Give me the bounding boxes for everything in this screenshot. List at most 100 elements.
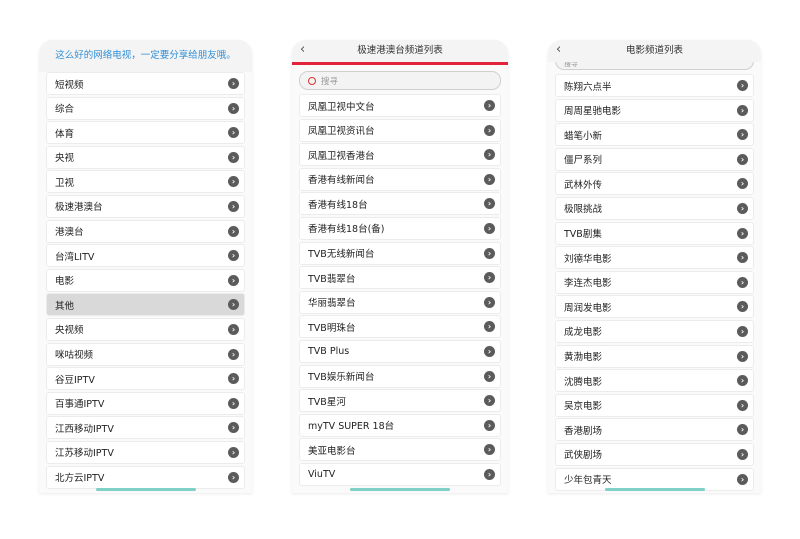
category-item[interactable]: 北方云IPTV › [46,465,245,489]
movie-item[interactable]: 极限挑战 › [555,196,754,220]
movie-item-label: 沈腾电影 [564,376,603,388]
movie-item-label: 蜡笔小新 [564,130,603,142]
movie-item[interactable]: 陈翔六点半 › [555,74,754,97]
back-button[interactable]: ‹ [556,40,561,60]
back-button[interactable]: ‹ [300,40,305,60]
movie-item[interactable]: 武侠剧场 › [555,442,754,466]
home-indicator[interactable] [350,488,450,491]
chevron-right-icon: › [484,419,495,431]
movie-item[interactable]: 周润发电影 › [555,295,754,319]
chevron-right-icon: › [484,124,495,136]
category-item-label: 卫视 [55,177,75,189]
channel-item[interactable]: 香港有线新闻台 › [299,167,501,191]
category-item[interactable]: 综合 › [46,96,245,120]
channel-item-label: TVB明珠台 [308,322,356,334]
chevron-right-icon: › [484,321,495,333]
movie-item[interactable]: 黄渤电影 › [555,344,754,368]
category-panel: 这么好的网络电视，一定要分享给朋友哦。 短视频 › 综合 › 体育 › 央视 › 卫视 › 极速港澳… [39,40,252,493]
chevron-right-icon: › [737,375,748,387]
chevron-right-icon: › [228,348,239,360]
category-item-label: 体育 [55,128,75,140]
category-item[interactable]: 短视频 › [46,72,245,95]
chevron-right-icon: › [484,395,495,407]
category-item[interactable]: 台湾LITV › [46,244,245,268]
channel-item-label: myTV SUPER 18台 [308,421,395,433]
channel-item[interactable]: 美亚电影台 › [299,438,501,462]
chevron-right-icon: › [737,424,748,436]
category-item[interactable]: 央视 › [46,145,245,169]
channel-item[interactable]: 凤凰卫视中文台 › [299,94,501,117]
channel-item[interactable]: 香港有线18台(备) › [299,216,501,240]
chevron-right-icon: › [484,198,495,210]
movie-item[interactable]: 僵尸系列 › [555,147,754,171]
hk-header: ‹ 极速港澳台频道列表 [292,40,508,62]
movie-item-label: 陈翔六点半 [564,81,612,93]
category-item[interactable]: 江苏移动IPTV › [46,440,245,464]
channel-item-label: 美亚电影台 [308,445,356,457]
chevron-right-icon: › [737,325,748,337]
category-item-label: 其他 [55,300,75,312]
movie-item[interactable]: TVB剧集 › [555,221,754,245]
category-item-label: 综合 [55,104,75,116]
category-item[interactable]: 体育 › [46,121,245,145]
category-item[interactable]: 谷豆IPTV › [46,367,245,391]
chevron-right-icon: › [737,252,748,264]
chevron-right-icon: › [484,173,495,185]
channel-item-label: 香港有线18台(备) [308,224,385,236]
channel-item[interactable]: 华丽翡翠台 › [299,290,501,314]
channel-item[interactable]: TVB Plus › [299,339,501,363]
channel-item[interactable]: ViuTV › [299,462,501,486]
channel-item[interactable]: myTV SUPER 18台 › [299,413,501,437]
category-item-label: 极速港澳台 [55,202,103,214]
home-indicator[interactable] [604,488,705,491]
chevron-right-icon: › [737,276,748,288]
home-indicator[interactable] [95,488,196,491]
category-item[interactable]: 江西移动IPTV › [46,416,245,440]
movie-item-label: TVB剧集 [564,229,602,241]
chevron-right-icon: › [737,448,748,460]
channel-item[interactable]: TVB星河 › [299,389,501,413]
movie-item-label: 吴京电影 [564,401,603,413]
category-item[interactable]: 卫视 › [46,170,245,194]
channel-item[interactable]: 凤凰卫视资讯台 › [299,118,501,142]
movie-item[interactable]: 武林外传 › [555,172,754,196]
category-item[interactable]: 其他 › [46,293,245,317]
page-title: 电影频道列表 [625,45,683,56]
category-item[interactable]: 央视频 › [46,317,245,341]
channel-item[interactable]: 凤凰卫视香港台 › [299,143,501,167]
chevron-right-icon: › [484,149,495,161]
category-item-label: 电影 [55,276,75,288]
movie-item[interactable]: 蜡笔小新 › [555,123,754,147]
search-input[interactable]: 搜寻 [299,71,501,90]
category-item-label: 北方云IPTV [55,473,105,484]
chevron-right-icon: › [228,127,239,139]
category-list: 短视频 › 综合 › 体育 › 央视 › 卫视 › 极速港澳台 › 港澳台 › 台湾LITV › 电影 › 其他 › 央… [39,72,252,489]
movie-item[interactable]: 香港剧场 › [555,418,754,442]
channel-item-label: TVB娱乐新闻台 [308,372,375,384]
category-item-label: 江西移动IPTV [55,423,114,435]
category-item[interactable]: 港澳台 › [46,219,245,243]
movie-item[interactable]: 吴京电影 › [555,393,754,417]
channel-item[interactable]: TVB娱乐新闻台 › [299,364,501,388]
movie-item[interactable]: 成龙电影 › [555,319,754,343]
channel-item[interactable]: TVB无线新闻台 › [299,241,501,265]
chevron-right-icon: › [737,153,748,165]
category-item[interactable]: 极速港澳台 › [46,194,245,218]
movie-item-label: 武侠剧场 [564,450,603,462]
chevron-right-icon: › [737,301,748,313]
category-item-label: 江苏移动IPTV [55,448,114,460]
category-item[interactable]: 电影 › [46,268,245,292]
movie-item[interactable]: 李连杰电影 › [555,270,754,294]
chevron-right-icon: › [737,178,748,190]
movie-item[interactable]: 周周星驰电影 › [555,98,754,122]
channel-item-label: ViuTV [308,468,336,480]
movie-item[interactable]: 刘德华电影 › [555,246,754,270]
chevron-right-icon: › [484,345,495,357]
category-item-label: 百事通IPTV [55,399,105,411]
channel-item[interactable]: TVB翡翠台 › [299,266,501,290]
category-item[interactable]: 咪咕视频 › [46,342,245,366]
movie-item[interactable]: 沈腾电影 › [555,369,754,393]
channel-item[interactable]: 香港有线18台 › [299,192,501,216]
category-item[interactable]: 百事通IPTV › [46,391,245,415]
channel-item[interactable]: TVB明珠台 › [299,315,501,339]
